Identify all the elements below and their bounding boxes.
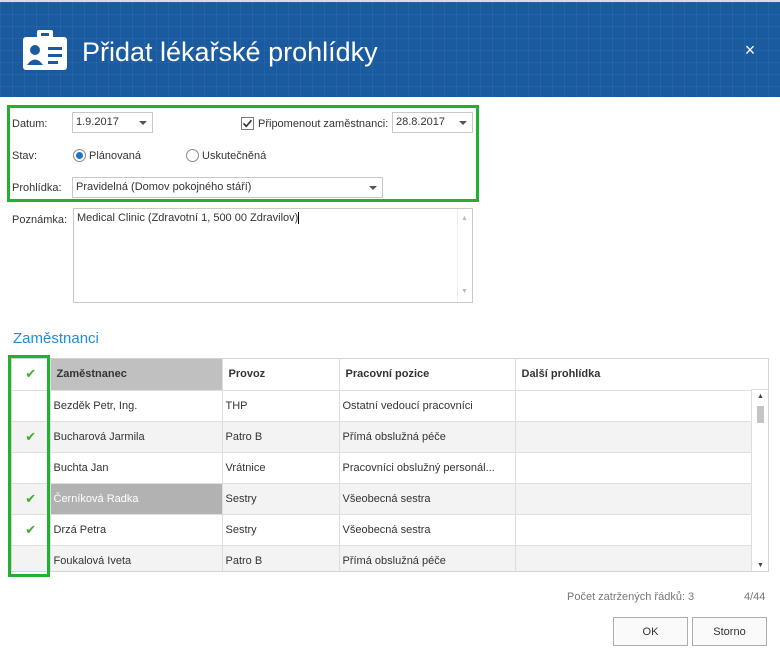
page-info: 4/44 bbox=[744, 591, 766, 603]
cell-position[interactable]: Ostatní vedoucí pracovníci bbox=[339, 390, 516, 422]
column-header-check[interactable]: ✔ bbox=[12, 359, 51, 391]
cell-unit[interactable]: THP bbox=[222, 390, 340, 422]
cell-unit[interactable]: Sestry bbox=[222, 514, 340, 546]
scroll-thumb[interactable] bbox=[757, 406, 764, 423]
row-checkbox[interactable] bbox=[12, 545, 51, 571]
scroll-down-icon[interactable]: ▼ bbox=[461, 285, 468, 299]
column-header-next-exam[interactable]: Další prohlídka bbox=[515, 359, 752, 391]
cell-next-exam[interactable] bbox=[515, 390, 752, 422]
cell-unit[interactable]: Patro B bbox=[222, 545, 340, 571]
cell-unit[interactable]: Patro B bbox=[222, 421, 340, 453]
cell-next-exam[interactable] bbox=[515, 483, 752, 515]
scroll-down-icon[interactable]: ▼ bbox=[757, 562, 764, 569]
radio-done-label[interactable]: Uskutečněná bbox=[202, 149, 266, 163]
checkmark-icon bbox=[242, 119, 253, 128]
exam-value: Pravidelná (Domov pokojného stáří) bbox=[76, 181, 252, 193]
radio-planned-label[interactable]: Plánovaná bbox=[89, 149, 141, 163]
table-header-row: ✔ Zaměstnanec Provoz Pracovní pozice Dal… bbox=[12, 359, 752, 391]
state-label: Stav: bbox=[12, 150, 38, 162]
row-checkbox[interactable] bbox=[12, 390, 51, 422]
cell-position[interactable]: Přímá obslužná péče bbox=[339, 421, 516, 453]
cell-position[interactable]: Všeobecná sestra bbox=[339, 514, 516, 546]
remind-date-value: 28.8.2017 bbox=[396, 116, 445, 128]
dialog-title: Přidat lékařské prohlídky bbox=[82, 37, 378, 67]
table-row[interactable]: Bezděk Petr, Ing. THP Ostatní vedoucí pr… bbox=[12, 390, 752, 422]
cell-next-exam[interactable] bbox=[515, 545, 752, 571]
employees-section-title: Zaměstnanci bbox=[13, 330, 99, 347]
cell-next-exam[interactable] bbox=[515, 421, 752, 453]
ok-button[interactable]: OK bbox=[613, 617, 688, 646]
table-row[interactable]: ✔ Černíková Radka Sestry Všeobecná sestr… bbox=[12, 483, 752, 515]
column-header-employee[interactable]: Zaměstnanec bbox=[50, 359, 223, 391]
note-label: Poznámka: bbox=[12, 214, 68, 226]
remind-label: Připomenout zaměstnanci: bbox=[258, 118, 389, 130]
cell-next-exam[interactable] bbox=[515, 514, 752, 546]
table-row[interactable]: ✔ Bucharová Jarmila Patro B Přímá obsluž… bbox=[12, 421, 752, 453]
cell-unit[interactable]: Vrátnice bbox=[222, 452, 340, 484]
remind-checkbox[interactable] bbox=[241, 117, 254, 130]
cell-employee[interactable]: Bezděk Petr, Ing. bbox=[50, 390, 223, 422]
cell-position[interactable]: Přímá obslužná péče bbox=[339, 545, 516, 571]
date-value: 1.9.2017 bbox=[76, 116, 119, 128]
grid-vertical-scrollbar[interactable]: ▲ ▼ bbox=[753, 390, 768, 571]
note-textarea[interactable]: Medical Clinic (Zdravotní 1, 500 00 Zdra… bbox=[73, 208, 473, 303]
id-card-icon bbox=[23, 30, 67, 70]
table-row[interactable]: Buchta Jan Vrátnice Pracovníci obslužný … bbox=[12, 452, 752, 484]
checked-count-text: Počet zatržených řádků: 3 bbox=[567, 591, 695, 603]
cell-employee[interactable]: Černíková Radka bbox=[50, 483, 223, 515]
row-checkbox[interactable]: ✔ bbox=[12, 421, 51, 453]
date-label: Datum: bbox=[12, 118, 48, 130]
date-picker[interactable]: 1.9.2017 bbox=[72, 112, 153, 133]
exam-label: Prohlídka: bbox=[12, 182, 62, 194]
note-scrollbar[interactable]: ▲ ▼ bbox=[457, 209, 472, 302]
close-button[interactable]: × bbox=[738, 38, 762, 62]
row-checkbox[interactable]: ✔ bbox=[12, 514, 51, 546]
exam-select[interactable]: Pravidelná (Domov pokojného stáří) bbox=[72, 177, 383, 198]
radio-done[interactable] bbox=[186, 149, 199, 162]
table-row[interactable]: Foukalová Iveta Patro B Přímá obslužná p… bbox=[12, 545, 752, 571]
remind-date-picker[interactable]: 28.8.2017 bbox=[392, 112, 473, 133]
cell-position[interactable]: Všeobecná sestra bbox=[339, 483, 516, 515]
row-checkbox[interactable]: ✔ bbox=[12, 483, 51, 515]
radio-planned[interactable] bbox=[73, 149, 86, 162]
cell-employee[interactable]: Drzá Petra bbox=[50, 514, 223, 546]
cell-next-exam[interactable] bbox=[515, 452, 752, 484]
row-checkbox[interactable] bbox=[12, 452, 51, 484]
dialog-titlebar: Přidat lékařské prohlídky × bbox=[0, 0, 780, 97]
column-header-position[interactable]: Pracovní pozice bbox=[339, 359, 516, 391]
cell-unit[interactable]: Sestry bbox=[222, 483, 340, 515]
column-header-unit[interactable]: Provoz bbox=[222, 359, 340, 391]
scroll-up-icon[interactable]: ▲ bbox=[461, 212, 468, 226]
cell-employee[interactable]: Bucharová Jarmila bbox=[50, 421, 223, 453]
cancel-button[interactable]: Storno bbox=[692, 617, 767, 646]
cell-position[interactable]: Pracovníci obslužný personál... bbox=[339, 452, 516, 484]
cell-employee[interactable]: Foukalová Iveta bbox=[50, 545, 223, 571]
header-filler bbox=[751, 359, 768, 390]
table-row[interactable]: ✔ Drzá Petra Sestry Všeobecná sestra bbox=[12, 514, 752, 546]
chevron-down-icon[interactable] bbox=[459, 121, 467, 125]
scroll-up-icon[interactable]: ▲ bbox=[757, 393, 764, 400]
employees-table: ✔ Zaměstnanec Provoz Pracovní pozice Dal… bbox=[12, 359, 752, 571]
text-cursor bbox=[298, 212, 300, 224]
chevron-down-icon[interactable] bbox=[139, 121, 147, 125]
note-text: Medical Clinic (Zdravotní 1, 500 00 Zdra… bbox=[77, 212, 299, 224]
employees-grid: ✔ Zaměstnanec Provoz Pracovní pozice Dal… bbox=[11, 358, 769, 572]
cell-employee[interactable]: Buchta Jan bbox=[50, 452, 223, 484]
chevron-down-icon[interactable] bbox=[369, 186, 377, 190]
